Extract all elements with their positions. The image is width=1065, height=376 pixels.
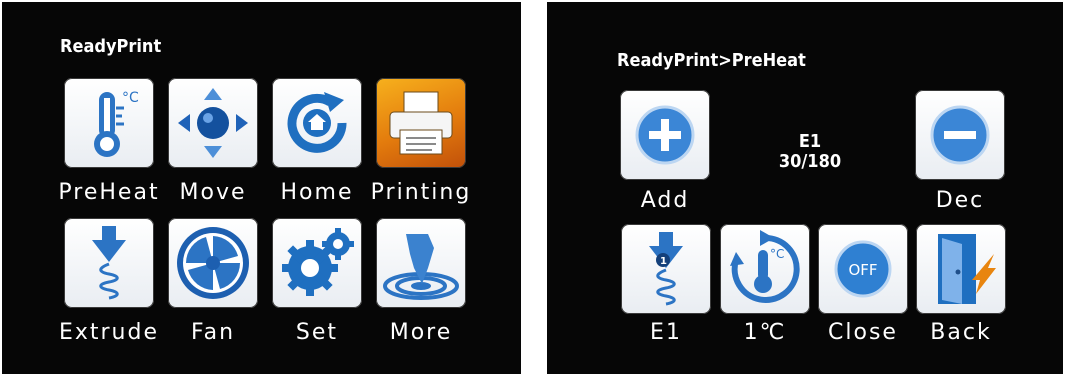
temperature-readout: 30/180	[778, 151, 842, 172]
step-button[interactable]: °C	[720, 224, 810, 314]
back-label: Back	[930, 320, 992, 345]
close-button[interactable]: OFF	[818, 224, 908, 314]
move-button[interactable]	[168, 78, 258, 168]
svg-text:1: 1	[660, 256, 667, 267]
home-button[interactable]	[272, 78, 362, 168]
svg-text:OFF: OFF	[848, 261, 877, 279]
svg-text:°C: °C	[122, 90, 139, 106]
extruder-1-icon: 1	[649, 232, 683, 306]
close-label: Close	[828, 320, 898, 345]
e1-button[interactable]: 1	[621, 224, 711, 314]
screen-title: ReadyPrint>PreHeat	[617, 50, 806, 71]
thermometer-cycle-icon: °C	[730, 230, 800, 303]
more-label: More	[389, 320, 453, 345]
printer-icon	[389, 91, 453, 155]
fan-label: Fan	[190, 320, 236, 345]
add-label: Add	[640, 188, 690, 213]
off-icon: OFF	[834, 240, 892, 298]
gears-icon	[282, 228, 354, 296]
extruder-icon	[92, 226, 126, 300]
printing-button[interactable]	[376, 78, 466, 168]
set-label: Set	[295, 320, 339, 345]
fan-icon	[177, 227, 249, 299]
more-button[interactable]	[376, 218, 466, 308]
touch-more-icon	[383, 234, 459, 300]
preheat-label: PreHeat	[58, 180, 160, 205]
screen-title: ReadyPrint	[60, 36, 162, 57]
add-button[interactable]	[620, 90, 710, 180]
dec-button[interactable]	[915, 90, 1005, 180]
thermometer-icon: °C	[94, 90, 139, 157]
home-label: Home	[280, 180, 354, 205]
home-refresh-icon	[287, 92, 347, 153]
step-label: 1℃	[743, 320, 787, 345]
preheat-screen: ReadyPrint>PreHeat Add E1 30/180 Dec 1 E…	[547, 2, 1063, 374]
exit-door-icon	[938, 234, 996, 304]
svg-text:°C: °C	[770, 247, 784, 261]
move-arrows-icon	[178, 88, 248, 158]
main-menu-screen: ReadyPrint °C PreHeat Move Home Printing…	[2, 2, 521, 374]
extrude-label: Extrude	[58, 320, 160, 345]
e1-label: E1	[650, 320, 682, 345]
extrude-button[interactable]	[64, 218, 154, 308]
set-button[interactable]	[272, 218, 362, 308]
preheat-button[interactable]: °C	[64, 78, 154, 168]
fan-button[interactable]	[168, 218, 258, 308]
back-button[interactable]	[916, 224, 1006, 314]
dec-label: Dec	[935, 188, 985, 213]
plus-icon	[635, 105, 695, 165]
move-label: Move	[179, 180, 247, 205]
extruder-label: E1	[798, 131, 822, 152]
printing-label: Printing	[370, 180, 472, 205]
minus-icon	[930, 105, 990, 165]
